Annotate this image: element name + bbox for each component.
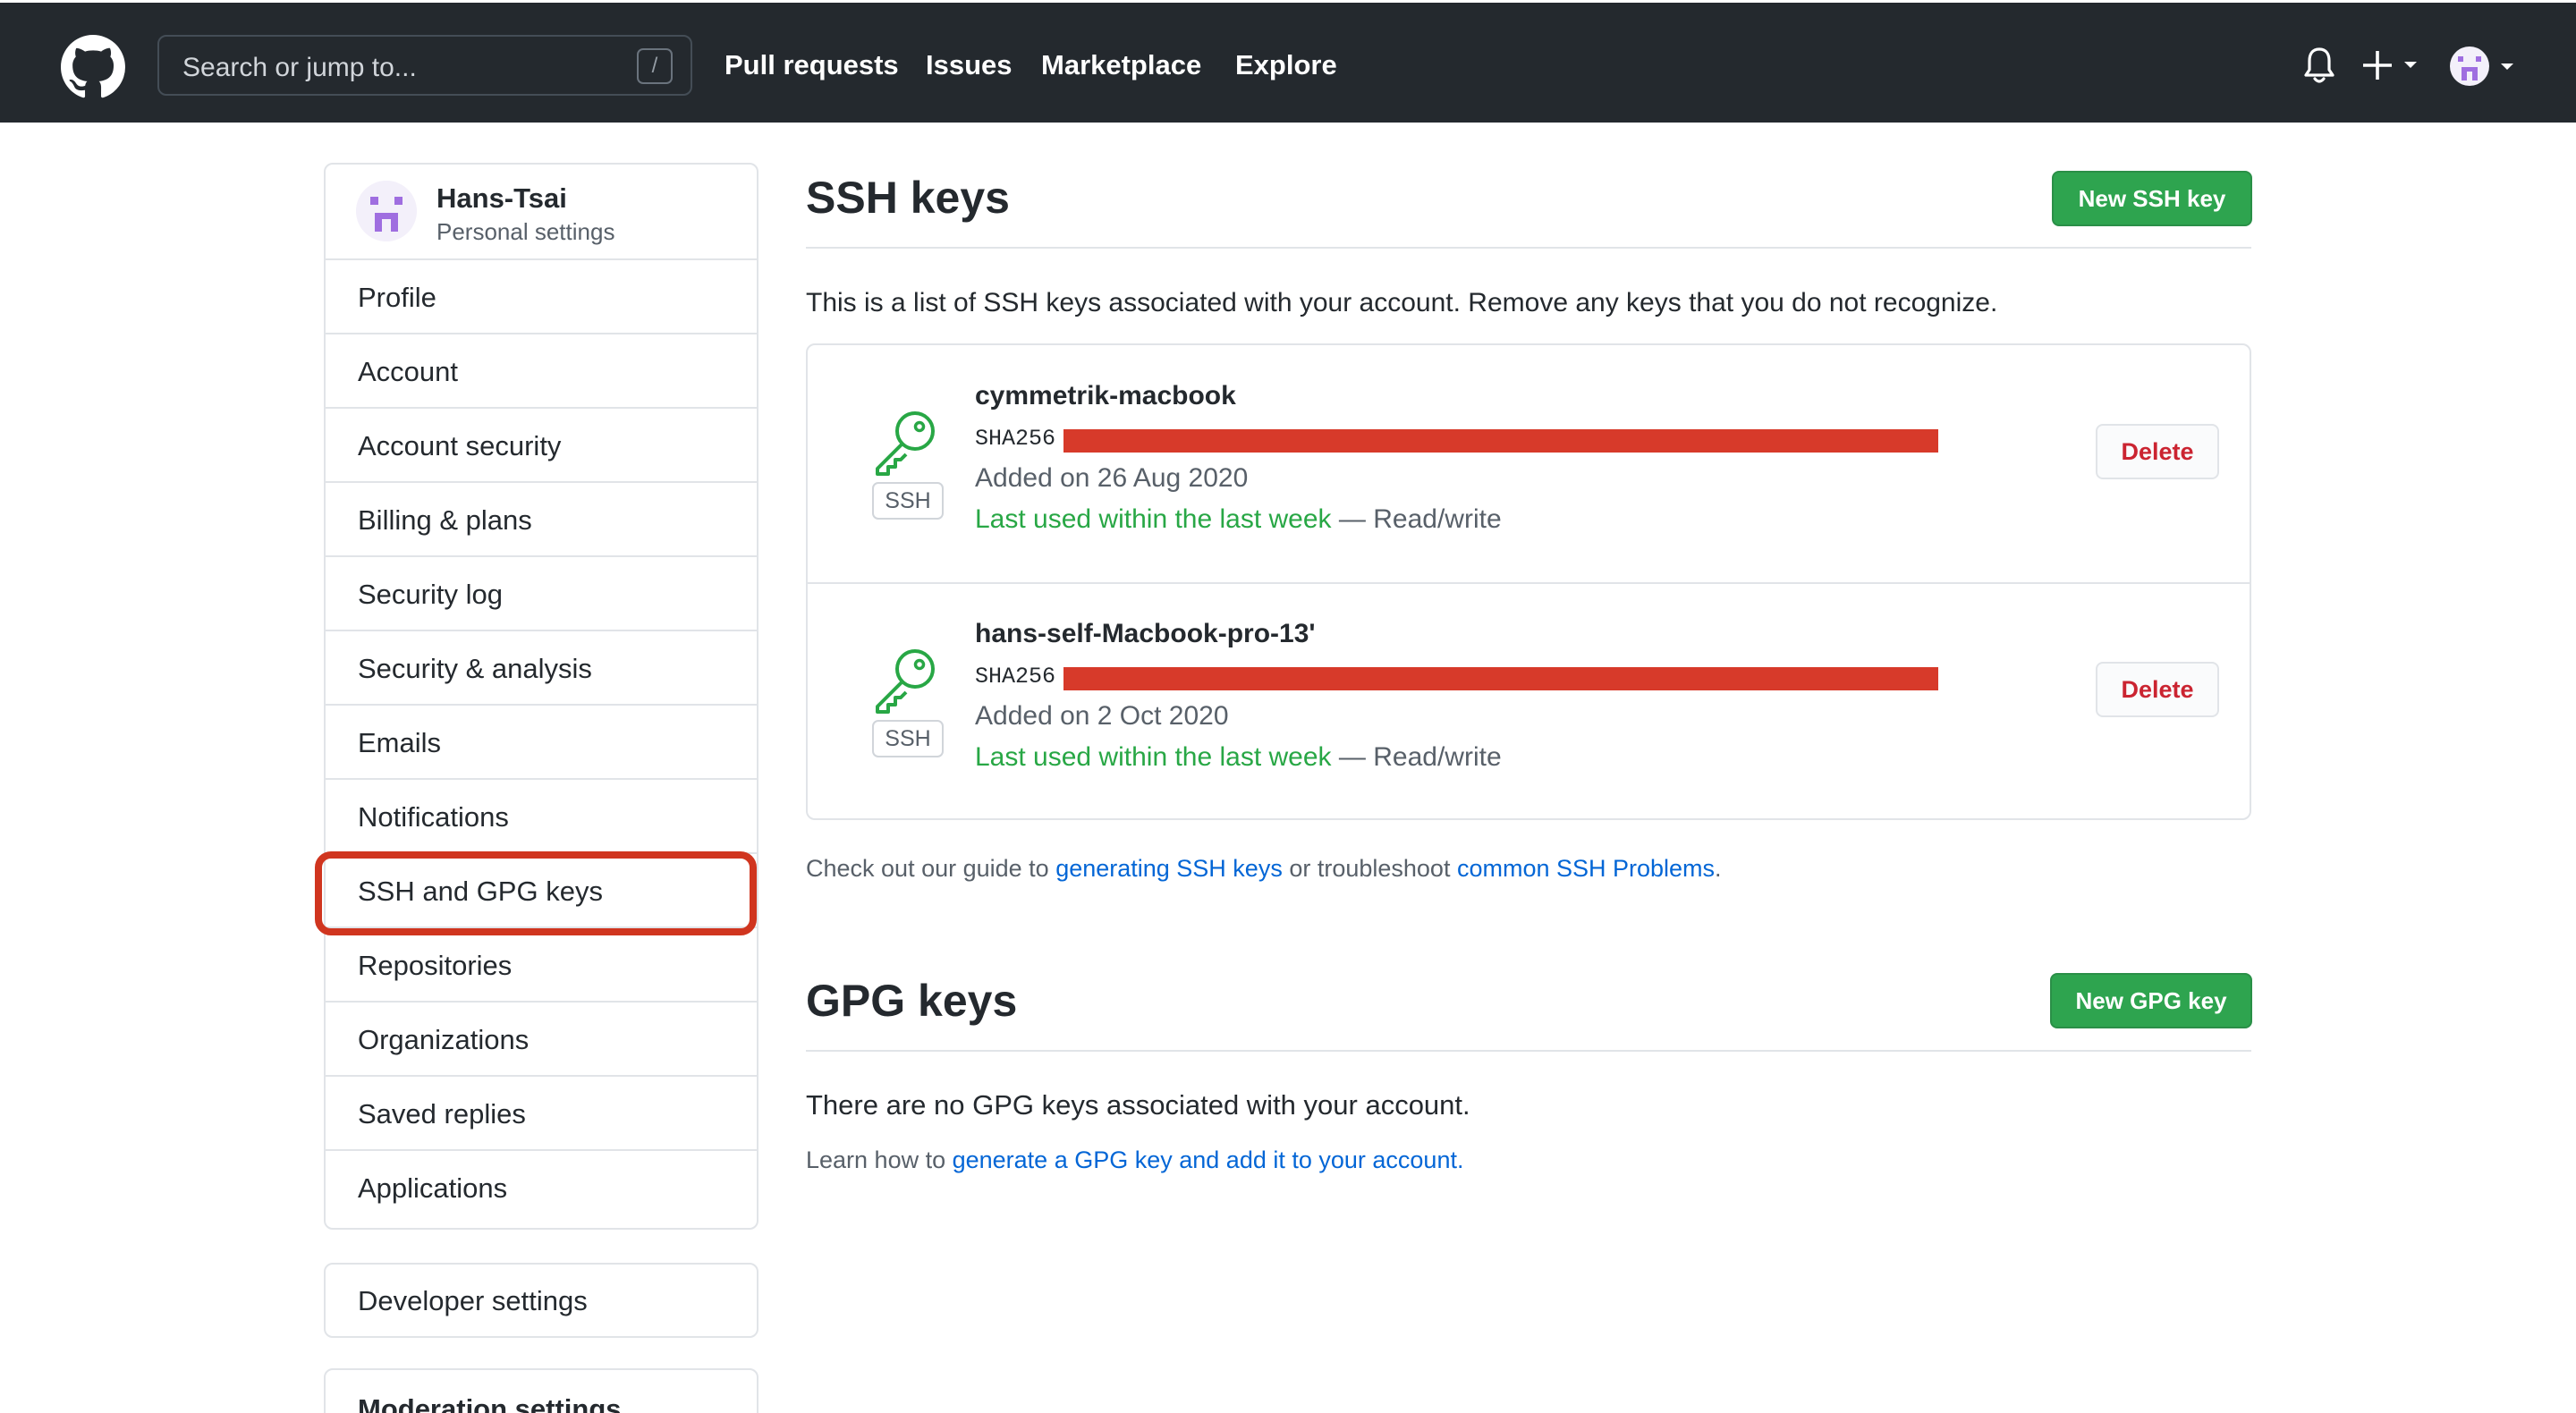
nav-explore[interactable]: Explore	[1235, 49, 1337, 81]
common-ssh-problems-link[interactable]: common SSH Problems	[1457, 855, 1715, 882]
avatar	[356, 181, 417, 241]
redacted-fingerprint	[1063, 667, 1938, 690]
gpg-learn-text: Learn how to generate a GPG key and add …	[806, 1146, 1463, 1174]
access-level: — Read/write	[1331, 504, 1502, 534]
bell-icon[interactable]	[2302, 46, 2336, 85]
guide-suffix: .	[1715, 855, 1722, 882]
sidebar-item-account-security[interactable]: Account security	[326, 409, 757, 483]
sidebar-item-account[interactable]: Account	[326, 334, 757, 409]
sidebar-item-label: Security & analysis	[358, 653, 592, 684]
sidebar-username: Hans-Tsai	[436, 182, 567, 214]
ssh-key-fingerprint: SHA256	[975, 426, 1056, 452]
ssh-key-row: SSH hans-self-Macbook-pro-13' SHA256 Add…	[808, 583, 2250, 820]
guide-middle: or troubleshoot	[1282, 855, 1457, 882]
sidebar-item-label: Billing & plans	[358, 504, 532, 536]
gpg-section-divider	[806, 1050, 2251, 1052]
page: Search or jump to... / Pull requests Iss…	[0, 0, 2576, 1413]
ssh-key-fingerprint: SHA256	[975, 664, 1056, 690]
developer-settings-label: Developer settings	[358, 1285, 588, 1316]
last-used-text: Last used within the last week	[975, 504, 1332, 534]
ssh-badge: SSH	[872, 482, 944, 520]
slash-shortcut-icon: /	[637, 48, 673, 84]
ssh-key-last-used: Last used within the last week — Read/wr…	[975, 742, 1502, 773]
sidebar-item-profile[interactable]: Profile	[326, 260, 757, 334]
sidebar-item-emails[interactable]: Emails	[326, 706, 757, 780]
generate-gpg-key-link[interactable]: generate a GPG key and add it to your ac…	[953, 1146, 1457, 1173]
create-new-plus-icon[interactable]	[2363, 47, 2426, 83]
last-used-text: Last used within the last week	[975, 742, 1332, 772]
redacted-fingerprint	[1063, 429, 1938, 453]
gpg-keys-title: GPG keys	[806, 976, 1018, 1026]
key-icon	[876, 411, 935, 476]
new-gpg-key-button[interactable]: New GPG key	[2050, 973, 2252, 1028]
new-ssh-key-button[interactable]: New SSH key	[2052, 171, 2252, 226]
ssh-guide-text: Check out our guide to generating SSH ke…	[806, 855, 1722, 883]
nav-marketplace[interactable]: Marketplace	[1041, 49, 1201, 81]
sidebar-item-label: Saved replies	[358, 1098, 526, 1130]
sidebar-item-label: Repositories	[358, 950, 513, 981]
ssh-key-added-date: Added on 2 Oct 2020	[975, 701, 1229, 731]
sidebar-user-header[interactable]: Hans-Tsai Personal settings	[326, 165, 757, 260]
sidebar-item-billing[interactable]: Billing & plans	[326, 483, 757, 557]
delete-ssh-key-button[interactable]: Delete	[2096, 662, 2219, 717]
ssh-key-row: SSH cymmetrik-macbook SHA256 Added on 26…	[808, 345, 2250, 582]
ssh-keys-list: SSH cymmetrik-macbook SHA256 Added on 26…	[806, 343, 2251, 820]
top-header: Search or jump to... / Pull requests Iss…	[0, 0, 2576, 123]
learn-prefix: Learn how to	[806, 1146, 953, 1173]
sidebar-item-repositories[interactable]: Repositories	[326, 928, 757, 1003]
user-avatar-menu[interactable]	[2449, 46, 2521, 87]
ssh-keys-title: SSH keys	[806, 173, 1010, 223]
ssh-key-added-date: Added on 26 Aug 2020	[975, 463, 1249, 493]
settings-sidebar: Hans-Tsai Personal settings Profile Acco…	[324, 163, 758, 1230]
ssh-badge: SSH	[872, 720, 944, 757]
sidebar-item-label: Organizations	[358, 1024, 530, 1055]
ssh-key-name: hans-self-Macbook-pro-13'	[975, 619, 1316, 648]
sidebar-item-saved-replies[interactable]: Saved replies	[326, 1077, 757, 1151]
sidebar-item-label: Account	[358, 356, 459, 387]
gpg-empty-message: There are no GPG keys associated with yo…	[806, 1089, 1470, 1121]
access-level: — Read/write	[1331, 742, 1502, 772]
search-placeholder: Search or jump to...	[182, 53, 417, 82]
sidebar-developer-settings[interactable]: Developer settings	[324, 1263, 758, 1338]
sidebar-item-label: Profile	[358, 282, 436, 313]
github-logo-icon[interactable]	[61, 35, 125, 99]
ssh-intro-text: This is a list of SSH keys associated wi…	[806, 288, 1998, 317]
sidebar-item-ssh-gpg-keys[interactable]: SSH and GPG keys	[326, 854, 757, 928]
key-icon	[876, 649, 935, 714]
delete-ssh-key-button[interactable]: Delete	[2096, 424, 2219, 479]
moderation-settings-label: Moderation settings	[358, 1393, 622, 1413]
sidebar-item-label: SSH and GPG keys	[358, 876, 603, 907]
sidebar-item-security-log[interactable]: Security log	[326, 557, 757, 631]
sidebar-item-label: Applications	[358, 1172, 508, 1204]
sidebar-item-label: Account security	[358, 430, 562, 461]
search-input[interactable]: Search or jump to... /	[157, 35, 692, 96]
generating-ssh-keys-link[interactable]: generating SSH keys	[1055, 855, 1283, 882]
ssh-key-name: cymmetrik-macbook	[975, 381, 1236, 410]
sidebar-item-label: Emails	[358, 727, 442, 758]
sidebar-item-label: Notifications	[358, 801, 509, 833]
sidebar-item-label: Security log	[358, 579, 503, 610]
sidebar-moderation-settings[interactable]: Moderation settings	[324, 1368, 758, 1413]
guide-prefix: Check out our guide to	[806, 855, 1056, 882]
sidebar-item-security-analysis[interactable]: Security & analysis	[326, 631, 757, 706]
ssh-section-divider	[806, 247, 2251, 249]
nav-pull-requests[interactable]: Pull requests	[724, 49, 899, 81]
sidebar-item-applications[interactable]: Applications	[326, 1151, 757, 1225]
ssh-key-last-used: Last used within the last week — Read/wr…	[975, 504, 1502, 535]
learn-suffix: .	[1456, 1146, 1464, 1173]
sidebar-item-notifications[interactable]: Notifications	[326, 780, 757, 854]
sidebar-item-organizations[interactable]: Organizations	[326, 1003, 757, 1077]
sidebar-subtitle: Personal settings	[436, 218, 615, 245]
nav-issues[interactable]: Issues	[926, 49, 1013, 81]
